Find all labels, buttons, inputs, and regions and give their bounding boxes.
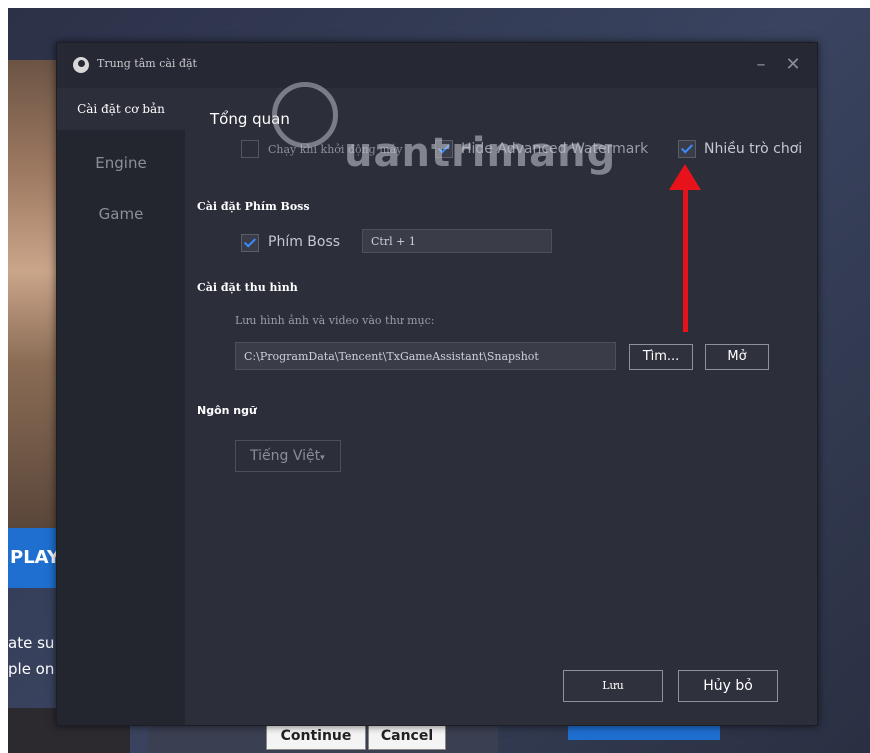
language-heading: Ngôn ngữ bbox=[197, 404, 257, 417]
capture-description: Lưu hình ảnh và video vào thư mục: bbox=[235, 314, 435, 327]
background-cancel-button[interactable]: Cancel bbox=[368, 722, 446, 750]
capture-heading: Cài đặt thu hình bbox=[197, 281, 298, 294]
language-select[interactable]: Tiếng Việt▾ bbox=[235, 440, 341, 472]
multi-game-checkbox[interactable] bbox=[678, 140, 696, 158]
boss-key-heading: Cài đặt Phím Boss bbox=[197, 200, 310, 213]
sidebar-item-engine[interactable]: Engine bbox=[57, 142, 185, 184]
title-bar: Trung tâm cài đặt – ✕ bbox=[57, 43, 817, 88]
boss-key-label: Phím Boss bbox=[268, 234, 341, 250]
sidebar-item-basic[interactable]: Cài đặt cơ bản bbox=[57, 88, 185, 130]
watermark-logo-icon bbox=[272, 82, 338, 148]
cancel-button[interactable]: Hủy bỏ bbox=[678, 670, 778, 702]
boss-hotkey-field[interactable]: Ctrl + 1 bbox=[362, 229, 552, 253]
multi-game-label: Nhiều trò chơi bbox=[704, 141, 803, 157]
startup-checkbox[interactable] bbox=[241, 140, 259, 158]
language-selected-value: Tiếng Việt bbox=[250, 448, 321, 464]
window-title: Trung tâm cài đặt bbox=[97, 57, 197, 70]
chevron-down-icon: ▾ bbox=[320, 453, 325, 463]
boss-key-checkbox[interactable] bbox=[241, 234, 259, 252]
minimize-icon[interactable]: – bbox=[747, 51, 775, 79]
red-arrow-shaft bbox=[683, 188, 688, 332]
app-logo-icon bbox=[73, 57, 89, 73]
sidebar-item-game[interactable]: Game bbox=[57, 193, 185, 235]
continue-button[interactable]: Continue bbox=[266, 722, 366, 750]
sidebar: Cài đặt cơ bản Engine Game bbox=[57, 88, 185, 725]
save-button[interactable]: Lưu bbox=[563, 670, 663, 702]
watermark-text: uantrimang bbox=[344, 130, 617, 176]
open-folder-button[interactable]: Mở bbox=[705, 344, 769, 370]
settings-content: Tổng quan Chạy khi khởi động máy Hide Ad… bbox=[185, 88, 817, 725]
close-icon[interactable]: ✕ bbox=[779, 51, 807, 79]
red-arrow-head-icon bbox=[669, 164, 701, 190]
capture-path-field[interactable]: C:\ProgramData\Tencent\TxGameAssistant\S… bbox=[235, 342, 616, 370]
browse-button[interactable]: Tìm... bbox=[629, 344, 693, 370]
